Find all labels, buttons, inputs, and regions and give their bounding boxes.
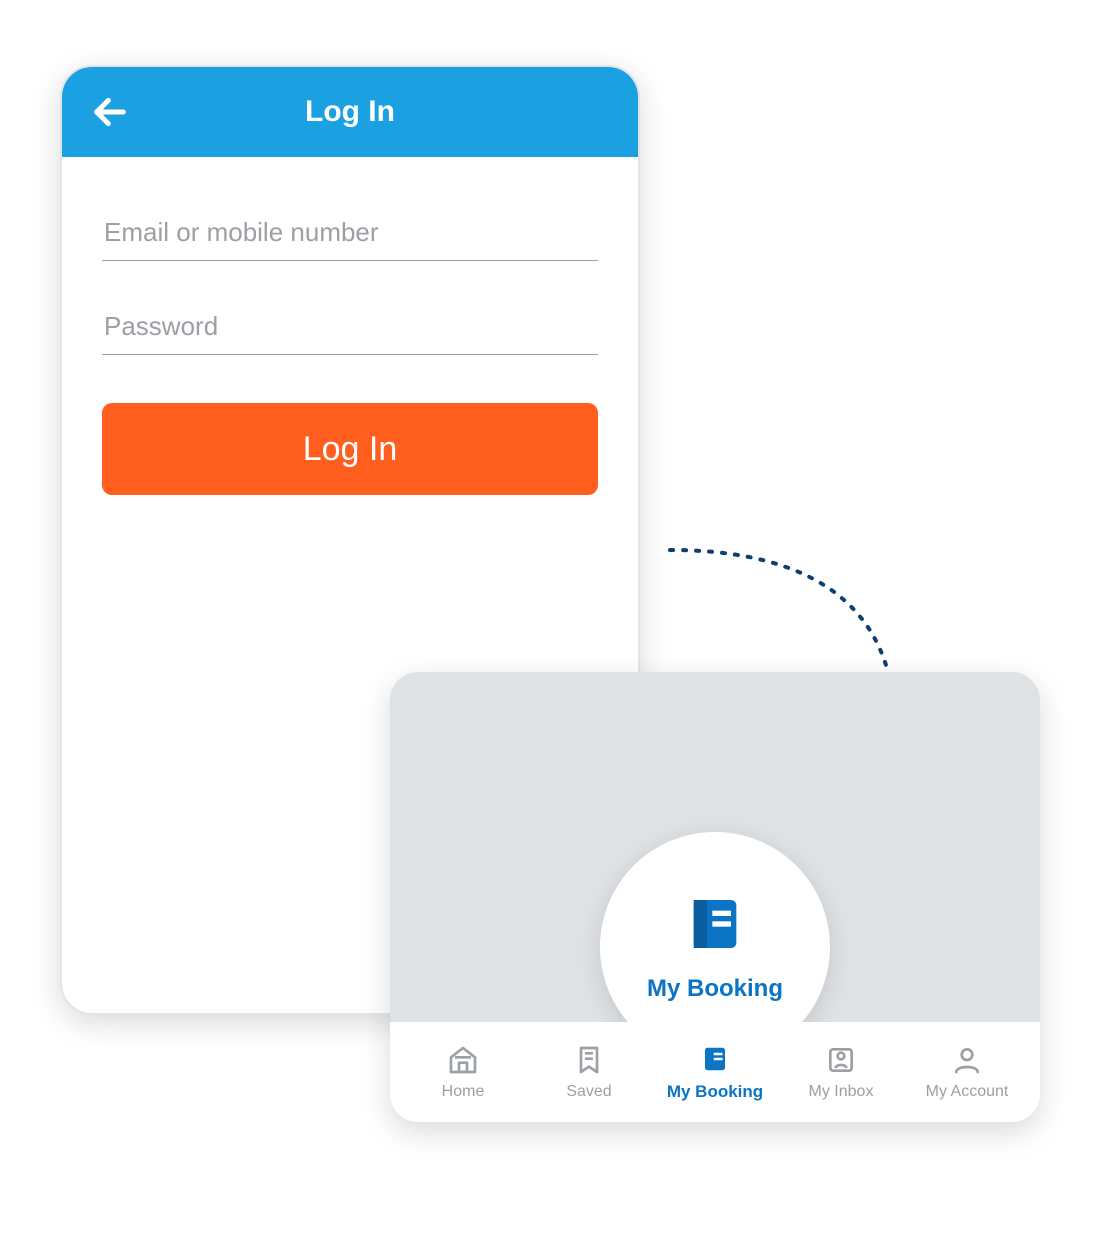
booking-icon: [698, 1042, 732, 1076]
password-field[interactable]: [102, 299, 598, 355]
nav-label: Home: [442, 1083, 485, 1101]
booking-icon: [683, 892, 747, 961]
login-button[interactable]: Log In: [102, 403, 598, 495]
nav-label: Saved: [566, 1083, 611, 1101]
nav-item-my-booking[interactable]: My Booking: [660, 1042, 770, 1102]
back-button[interactable]: [86, 88, 134, 136]
nav-item-my-account[interactable]: My Account: [912, 1043, 1022, 1101]
login-header: Log In: [62, 67, 638, 157]
nav-item-saved[interactable]: Saved: [534, 1043, 644, 1101]
nav-label: My Account: [926, 1083, 1009, 1101]
nav-label: My Booking: [667, 1082, 763, 1102]
nav-item-home[interactable]: Home: [408, 1043, 518, 1101]
email-field[interactable]: [102, 205, 598, 261]
nav-item-my-inbox[interactable]: My Inbox: [786, 1043, 896, 1101]
user-icon: [950, 1043, 984, 1077]
bottom-nav: Home Saved My Booking: [390, 1022, 1040, 1122]
inbox-icon: [824, 1043, 858, 1077]
nav-label: My Inbox: [809, 1083, 874, 1101]
my-booking-highlight-label: My Booking: [647, 975, 783, 1003]
nav-preview-card: My Booking Home Saved: [390, 672, 1040, 1122]
bookmark-icon: [572, 1043, 606, 1077]
login-title: Log In: [62, 95, 638, 129]
arrow-left-icon: [90, 92, 130, 132]
login-body: Log In: [62, 157, 638, 495]
home-icon: [446, 1043, 480, 1077]
